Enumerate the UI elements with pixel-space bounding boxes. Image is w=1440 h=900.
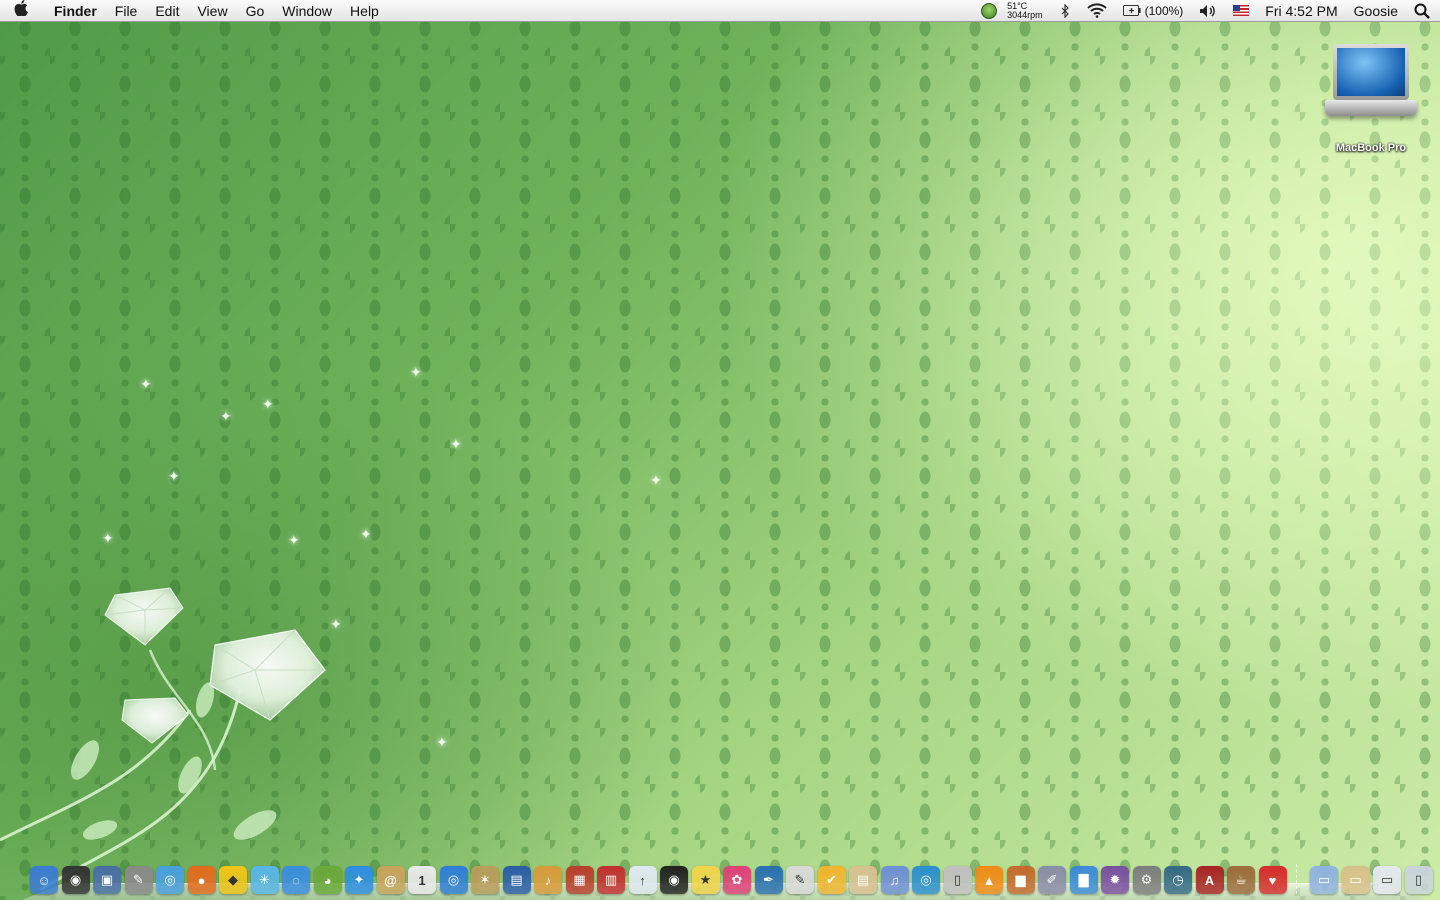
dock-twitter-app-icon[interactable]: ✔ (817, 866, 846, 894)
dock-flower-app-icon[interactable]: ✿ (723, 866, 751, 894)
menu-bar: Finder File Edit View Go Window Help 51°… (0, 0, 1440, 22)
dock-downloads-folder-icon[interactable]: ▭ (1373, 866, 1401, 894)
apple-menu[interactable] (0, 0, 42, 21)
menu-view[interactable]: View (188, 0, 236, 22)
spotlight-search-icon[interactable] (1414, 3, 1430, 19)
input-source-flag-icon[interactable] (1233, 5, 1250, 16)
dock-applications-folder-icon[interactable]: ▭ (1310, 866, 1338, 894)
menu-file[interactable]: File (106, 0, 147, 22)
sparkle: ✦ (220, 408, 232, 424)
dock-red-app-icon[interactable]: ♥ (1258, 866, 1287, 894)
dock-network-icon[interactable]: ✳ (250, 866, 279, 894)
sparkle: ✦ (410, 364, 422, 380)
dock-ical-icon[interactable]: 1 (408, 866, 436, 894)
menu-bar-left: Finder File Edit View Go Window Help (0, 0, 388, 22)
dock-iphoto-disc-icon[interactable]: ◎ (439, 866, 468, 894)
dock-photo-booth-icon[interactable]: ▦ (565, 866, 594, 894)
menu-app-finder[interactable]: Finder (42, 0, 106, 22)
menu-help[interactable]: Help (341, 0, 388, 22)
temperature-monitor[interactable]: 51°C 3044rpm (1007, 1, 1043, 20)
dock-finder-icon[interactable]: ☺ (30, 866, 58, 894)
menu-bar-status: 51°C 3044rpm (100%) Fri 4:52 PM Goosie (965, 0, 1440, 22)
dock-documents-folder-icon[interactable]: ▭ (1341, 866, 1370, 894)
fan-speed-value: 3044rpm (1007, 9, 1043, 20)
dock-itunes-icon[interactable]: ♫ (880, 866, 909, 894)
wallpaper-diamond-flowers (0, 587, 326, 890)
menu-clock[interactable]: Fri 4:52 PM (1265, 3, 1337, 19)
volume-icon[interactable] (1199, 4, 1217, 18)
dock-trash-icon[interactable]: ▯ (1404, 866, 1433, 894)
dock-compass-app-icon[interactable]: ✶ (471, 866, 499, 894)
battery-icon (1122, 5, 1141, 16)
user-menu[interactable]: Goosie (1354, 3, 1398, 19)
dock-garageband-icon[interactable]: ♪ (534, 866, 562, 894)
dock-hard-disk-icon[interactable]: ▯ (943, 866, 972, 894)
dock-system-preferences-icon[interactable]: ⚙ (1132, 866, 1161, 894)
dock-coffee-app-icon[interactable]: ☕ (1227, 866, 1255, 894)
sparkle: ✦ (168, 468, 180, 484)
dock-keynote-icon[interactable]: ▆ (1006, 866, 1035, 894)
dock-star-app-icon[interactable]: ★ (691, 866, 720, 894)
dock-vlc-icon[interactable]: ▲ (975, 866, 1003, 894)
bluetooth-icon[interactable] (1059, 3, 1071, 18)
menu-go[interactable]: Go (237, 0, 274, 22)
sparkle: ✦ (450, 436, 462, 452)
dock-pencil-app-icon[interactable]: ✐ (1038, 866, 1066, 894)
dock-separator (1296, 864, 1306, 894)
sparkle: ✦ (140, 376, 152, 392)
sparkle: ✦ (436, 734, 448, 750)
dock-items: ☺ ◉ ▣ ✎ ◎ ● ◆ ✳ ◌ ◕ ✦ @1 ◎ ✶ ▤ ♪ ▦ ▥ ↑ ◉ ★ ✿ ✒ ✎ ✔ ▤ ♫ ◎ ▯ ▲ ▆ ✐ ▇ ✹ ⚙ ◷ A ☕ ♥… (30, 858, 1433, 894)
dock-time-machine-icon[interactable]: ◷ (1164, 866, 1192, 894)
sparkle: ✦ (330, 616, 342, 632)
dock-messenger-icon[interactable]: ✦ (345, 866, 373, 894)
dock-adium-icon[interactable]: ◆ (219, 866, 247, 894)
menu-window[interactable]: Window (273, 0, 341, 22)
menu-edit[interactable]: Edit (146, 0, 188, 22)
dock-frog-app-icon[interactable]: ◕ (313, 866, 342, 894)
wifi-icon[interactable] (1086, 3, 1107, 18)
laptop-icon (1323, 40, 1419, 122)
dock-gear-app-icon[interactable]: ✹ (1101, 866, 1129, 894)
dock-address-book-icon[interactable]: @ (376, 866, 405, 894)
apple-logo-icon (14, 0, 28, 17)
dock-flickr-uploader-icon[interactable]: ↑ (628, 866, 657, 894)
dock-search-app-icon[interactable]: ◎ (912, 866, 940, 894)
dock-firefox-icon[interactable]: ● (187, 866, 216, 894)
dock-textedit-icon[interactable]: ✎ (786, 866, 814, 894)
desktop-icon-macbook-pro[interactable]: MacBook Pro (1320, 40, 1422, 154)
dock-ichat-icon[interactable]: ◌ (282, 866, 310, 894)
battery-percentage: (100%) (1144, 3, 1184, 18)
dock: ☺ ◉ ▣ ✎ ◎ ● ◆ ✳ ◌ ◕ ✦ @1 ◎ ✶ ▤ ♪ ▦ ▥ ↑ ◉ ★ ✿ ✒ ✎ ✔ ▤ ♫ ◎ ▯ ▲ ▆ ✐ ▇ ✹ ⚙ ◷ A ☕ ♥… (22, 852, 1433, 900)
dock-notes-app-icon[interactable]: ▤ (849, 866, 877, 894)
sparkle: ✦ (102, 530, 114, 546)
sparkle: ✦ (650, 472, 662, 488)
sparkle: ✦ (360, 526, 372, 542)
dock-dashboard-icon[interactable]: ◉ (61, 866, 90, 894)
cpu-monitor-icon[interactable] (981, 2, 998, 19)
dock-imovie-icon[interactable]: ▤ (502, 866, 531, 894)
dock-preview-icon[interactable]: ▣ (93, 866, 121, 894)
dock-camera-lens-icon[interactable]: ◉ (660, 866, 688, 894)
dock-dictionary-icon[interactable]: A (1195, 866, 1224, 894)
dock-chart-app-icon[interactable]: ▇ (1069, 866, 1098, 894)
dock-pen-app-icon[interactable]: ✒ (754, 866, 783, 894)
dock-safari-icon[interactable]: ◎ (156, 866, 184, 894)
dock-utilities-icon[interactable]: ✎ (124, 866, 153, 894)
dock-photo-app-icon[interactable]: ▥ (597, 866, 625, 894)
sparkle: ✦ (288, 532, 300, 548)
sparkle: ✦ (262, 396, 274, 412)
desktop-icon-label: MacBook Pro (1335, 142, 1407, 154)
battery-status[interactable]: (100%) (1122, 3, 1184, 18)
